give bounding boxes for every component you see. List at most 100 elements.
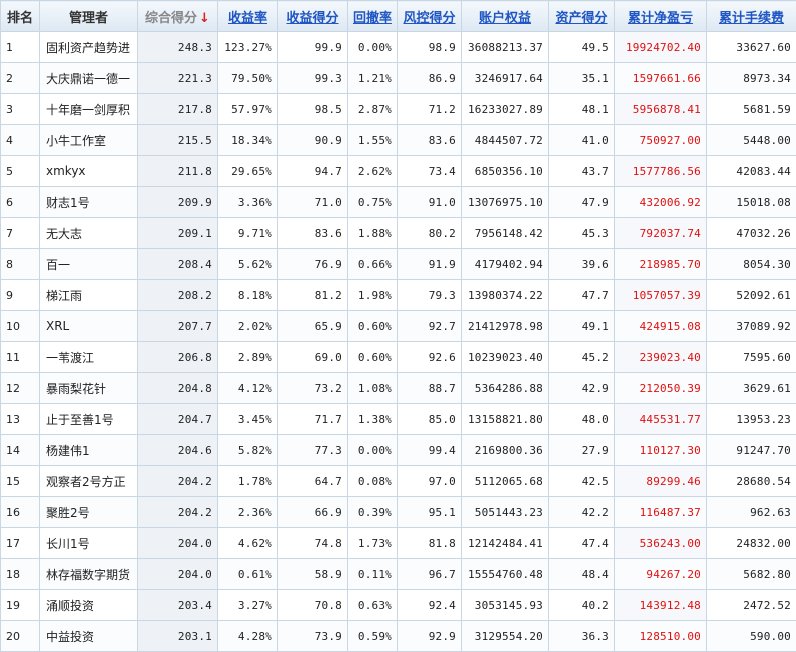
cell-return-rate: 79.50%: [218, 63, 278, 94]
ranking-table: 排名管理者综合得分↓收益率收益得分回撤率风控得分账户权益资产得分累计净盈亏累计手…: [0, 0, 796, 652]
cell-asset-score: 35.1: [549, 63, 615, 94]
table-row: 12暴雨梨花针204.84.12%73.21.08%88.75364286.88…: [1, 373, 796, 404]
column-header-return-rate[interactable]: 收益率: [218, 1, 278, 32]
column-header-net-profit[interactable]: 累计净盈亏: [615, 1, 707, 32]
cell-return-score: 77.3: [278, 435, 348, 466]
cell-score: 211.8: [138, 156, 218, 187]
cell-manager: 一苇渡江: [40, 342, 138, 373]
cell-risk-score: 92.7: [398, 311, 462, 342]
table-row: 1固利资产趋势进248.3123.27%99.90.00%98.93608821…: [1, 32, 796, 63]
sort-desc-icon: ↓: [199, 11, 210, 26]
table-row: 13止于至善1号204.73.45%71.71.38%85.013158821.…: [1, 404, 796, 435]
cell-rank: 11: [1, 342, 40, 373]
cell-fees: 5681.59: [707, 94, 796, 125]
column-header-risk-score[interactable]: 风控得分: [398, 1, 462, 32]
cell-net-profit: 94267.20: [615, 559, 707, 590]
cell-risk-score: 99.4: [398, 435, 462, 466]
column-header-label: 排名: [7, 11, 33, 26]
cell-return-score: 99.3: [278, 63, 348, 94]
cell-equity: 5364286.88: [462, 373, 549, 404]
cell-equity: 13980374.22: [462, 280, 549, 311]
column-header-drawdown[interactable]: 回撤率: [348, 1, 398, 32]
cell-return-rate: 2.36%: [218, 497, 278, 528]
cell-return-score: 71.7: [278, 404, 348, 435]
cell-net-profit: 792037.74: [615, 218, 707, 249]
cell-manager: 林存福数字期货: [40, 559, 138, 590]
cell-return-score: 69.0: [278, 342, 348, 373]
cell-score: 204.8: [138, 373, 218, 404]
cell-net-profit: 536243.00: [615, 528, 707, 559]
column-header-label: 收益得分: [286, 11, 338, 26]
cell-return-rate: 3.36%: [218, 187, 278, 218]
cell-equity: 3246917.64: [462, 63, 549, 94]
table-row: 8百一208.45.62%76.90.66%91.94179402.9439.6…: [1, 249, 796, 280]
cell-asset-score: 43.7: [549, 156, 615, 187]
cell-rank: 16: [1, 497, 40, 528]
cell-return-score: 64.7: [278, 466, 348, 497]
cell-score: 207.7: [138, 311, 218, 342]
cell-fees: 5448.00: [707, 125, 796, 156]
column-header-equity[interactable]: 账户权益: [462, 1, 549, 32]
table-row: 6财志1号209.93.36%71.00.75%91.013076975.104…: [1, 187, 796, 218]
cell-fees: 2472.52: [707, 590, 796, 621]
cell-return-rate: 18.34%: [218, 125, 278, 156]
cell-risk-score: 85.0: [398, 404, 462, 435]
cell-drawdown: 1.88%: [348, 218, 398, 249]
column-header-return-score[interactable]: 收益得分: [278, 1, 348, 32]
cell-return-rate: 5.62%: [218, 249, 278, 280]
cell-return-rate: 4.12%: [218, 373, 278, 404]
cell-score: 209.1: [138, 218, 218, 249]
cell-equity: 3053145.93: [462, 590, 549, 621]
cell-manager: 中益投资: [40, 621, 138, 652]
cell-net-profit: 19924702.40: [615, 32, 707, 63]
cell-fees: 52092.61: [707, 280, 796, 311]
column-header-label: 账户权益: [479, 11, 531, 26]
header-row: 排名管理者综合得分↓收益率收益得分回撤率风控得分账户权益资产得分累计净盈亏累计手…: [1, 1, 796, 32]
column-header-label: 累计手续费: [719, 11, 784, 26]
cell-score: 221.3: [138, 63, 218, 94]
table-row: 10XRL207.72.02%65.90.60%92.721412978.984…: [1, 311, 796, 342]
cell-return-rate: 5.82%: [218, 435, 278, 466]
cell-return-rate: 2.89%: [218, 342, 278, 373]
cell-asset-score: 42.2: [549, 497, 615, 528]
cell-asset-score: 39.6: [549, 249, 615, 280]
cell-manager: 长川1号: [40, 528, 138, 559]
cell-score: 208.2: [138, 280, 218, 311]
cell-rank: 3: [1, 94, 40, 125]
cell-equity: 2169800.36: [462, 435, 549, 466]
cell-asset-score: 45.2: [549, 342, 615, 373]
table-row: 7无大志209.19.71%83.61.88%80.27956148.4245.…: [1, 218, 796, 249]
cell-fees: 590.00: [707, 621, 796, 652]
cell-manager: 聚胜2号: [40, 497, 138, 528]
cell-score: 204.6: [138, 435, 218, 466]
cell-return-score: 74.8: [278, 528, 348, 559]
cell-manager: 财志1号: [40, 187, 138, 218]
cell-score: 203.4: [138, 590, 218, 621]
cell-risk-score: 91.9: [398, 249, 462, 280]
cell-rank: 8: [1, 249, 40, 280]
cell-return-score: 98.5: [278, 94, 348, 125]
cell-return-score: 71.0: [278, 187, 348, 218]
cell-return-score: 83.6: [278, 218, 348, 249]
table-row: 9梯江雨208.28.18%81.21.98%79.313980374.2247…: [1, 280, 796, 311]
cell-asset-score: 40.2: [549, 590, 615, 621]
cell-score: 215.5: [138, 125, 218, 156]
column-header-asset-score[interactable]: 资产得分: [549, 1, 615, 32]
cell-fees: 42083.44: [707, 156, 796, 187]
cell-asset-score: 27.9: [549, 435, 615, 466]
table-body: 1固利资产趋势进248.3123.27%99.90.00%98.93608821…: [1, 32, 796, 652]
cell-fees: 8973.34: [707, 63, 796, 94]
cell-net-profit: 110127.30: [615, 435, 707, 466]
cell-drawdown: 1.55%: [348, 125, 398, 156]
cell-rank: 4: [1, 125, 40, 156]
column-header-fees[interactable]: 累计手续费: [707, 1, 796, 32]
cell-rank: 9: [1, 280, 40, 311]
cell-drawdown: 2.87%: [348, 94, 398, 125]
column-header-label: 收益率: [228, 11, 267, 26]
column-header-score[interactable]: 综合得分↓: [138, 1, 218, 32]
cell-net-profit: 218985.70: [615, 249, 707, 280]
cell-net-profit: 432006.92: [615, 187, 707, 218]
cell-rank: 6: [1, 187, 40, 218]
cell-return-rate: 123.27%: [218, 32, 278, 63]
cell-drawdown: 0.60%: [348, 311, 398, 342]
